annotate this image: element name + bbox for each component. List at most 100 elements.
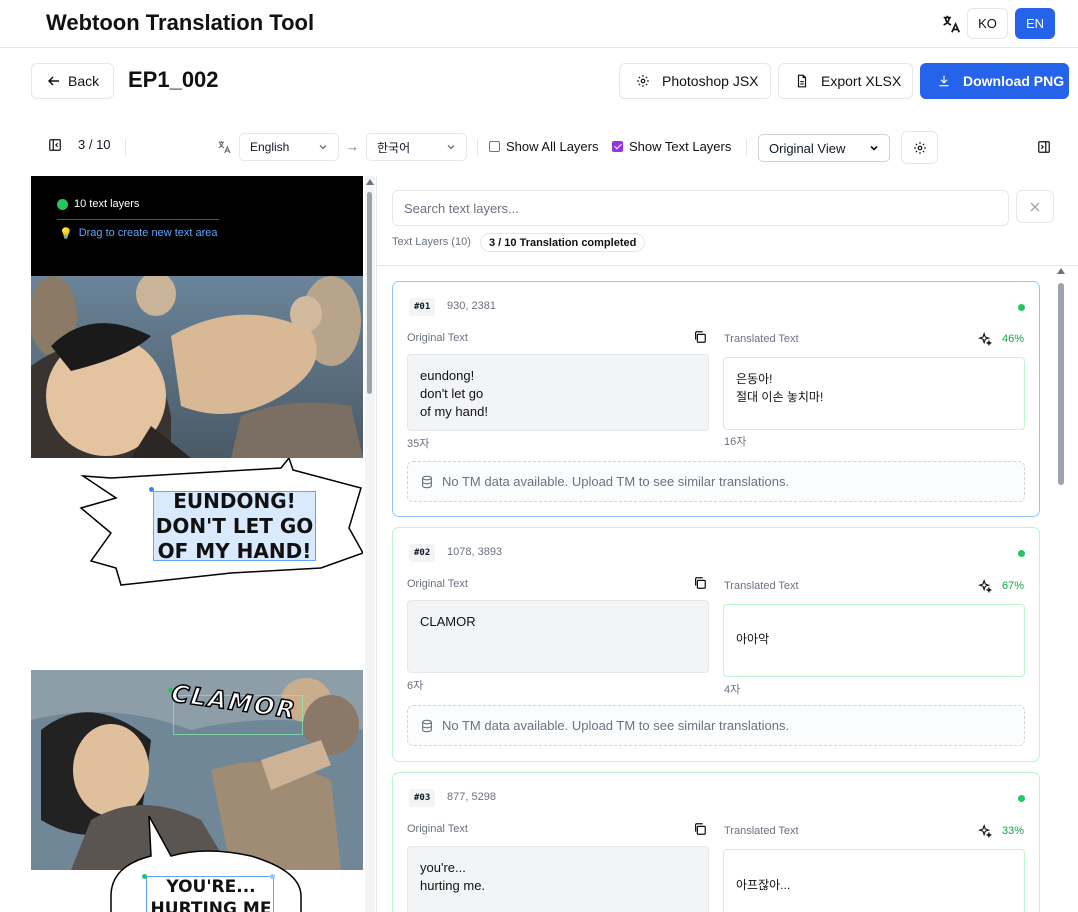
search-placeholder: Search text layers... [404, 200, 519, 216]
photoshop-jsx-button[interactable]: Photoshop JSX [619, 63, 771, 99]
status-dot-icon [57, 198, 68, 210]
database-icon [422, 475, 432, 488]
divider [477, 139, 478, 155]
translation-status-badge: 3 / 10 Translation completed [480, 233, 646, 252]
back-label: Back [68, 73, 100, 89]
scroll-up-icon[interactable] [366, 179, 374, 185]
translated-text-label: Translated Text [724, 333, 799, 345]
comic-panel-1 [31, 276, 363, 458]
translated-text-label: Translated Text [724, 580, 799, 592]
confidence: 33% [978, 824, 1024, 838]
layer-id-badge: #03 [409, 789, 436, 807]
sparkle-icon[interactable] [978, 579, 992, 593]
layer-coordinates: 1078, 3893 [447, 546, 503, 558]
close-icon [1030, 202, 1040, 211]
database-icon [422, 719, 432, 732]
original-text-box: you're... hurting me. [407, 846, 709, 912]
show-all-layers-toggle[interactable]: Show All Layers [489, 139, 599, 154]
show-all-layers-checkbox[interactable] [489, 141, 500, 152]
search-input[interactable]: Search text layers... [392, 190, 1009, 226]
scroll-up-icon[interactable] [1057, 268, 1065, 274]
show-all-layers-label: Show All Layers [506, 139, 599, 154]
bubble-2-text[interactable]: YOU'RE... HURTING ME [141, 876, 281, 912]
collapse-right-icon[interactable] [1037, 140, 1051, 154]
download-icon [939, 75, 949, 87]
lang-arrow: → [346, 139, 359, 154]
original-text-box: eundong! don't let go of my hand! [407, 354, 709, 431]
list-scroll-thumb[interactable] [1058, 283, 1064, 485]
translated-text-field[interactable]: 은동아! 절대 이손 놓치마! [723, 357, 1025, 430]
gear-icon [637, 75, 649, 87]
arrow-left-icon [48, 76, 59, 86]
tm-suggestions: No TM data available. Upload TM to see s… [407, 705, 1025, 746]
translated-text-field[interactable]: 아프잖아... [723, 849, 1025, 912]
copy-icon[interactable] [693, 330, 707, 344]
show-text-layers-checkbox[interactable] [612, 141, 623, 152]
clear-search-button[interactable] [1016, 190, 1054, 223]
chevron-down-icon [447, 145, 455, 150]
copy-icon[interactable] [693, 576, 707, 590]
confidence-value: 33% [1001, 825, 1024, 837]
lang-en-button[interactable]: EN [1015, 8, 1055, 39]
settings-button[interactable] [901, 131, 938, 164]
status-dot-icon [1018, 550, 1025, 557]
status-dot-icon [1018, 304, 1025, 311]
translated-char-count: 16자 [724, 436, 747, 448]
source-language-select[interactable]: English [239, 133, 339, 161]
original-text-label: Original Text [407, 578, 468, 590]
confidence-value: 67% [1001, 580, 1024, 592]
target-language-value: 한국어 [377, 140, 411, 155]
view-mode-select[interactable]: Original View [758, 134, 890, 162]
confidence-value: 46% [1001, 333, 1024, 345]
confidence: 46% [978, 332, 1024, 346]
source-language-value: English [250, 140, 290, 154]
export-xlsx-button[interactable]: Export XLSX [778, 63, 913, 99]
gear-icon [913, 141, 926, 154]
lang-ko-button[interactable]: KO [967, 8, 1008, 39]
copy-icon[interactable] [693, 822, 707, 836]
divider [57, 219, 219, 220]
back-button[interactable]: Back [31, 63, 114, 99]
text-layer-card[interactable]: #03 877, 5298 Original Text Translated T… [392, 772, 1040, 912]
target-language-select[interactable]: 한국어 [366, 133, 467, 161]
bubble-1-text[interactable]: EUNDONG! DON'T LET GO OF MY HAND! [153, 489, 316, 564]
download-label: Download PNG [963, 73, 1065, 89]
layer-id-badge: #02 [409, 544, 436, 562]
page-indicator: 3 / 10 [48, 137, 111, 152]
layer-coordinates: 930, 2381 [447, 300, 496, 312]
webtoon-canvas[interactable]: 10 text layers 💡 Drag to create new text… [31, 176, 363, 912]
text-layers-count: Text Layers (10) [392, 236, 471, 248]
canvas-scroll-thumb[interactable] [367, 192, 372, 394]
original-text-label: Original Text [407, 823, 468, 835]
status-dot-icon [1018, 795, 1025, 802]
translate-icon[interactable] [940, 13, 962, 35]
original-char-count: 6자 [407, 680, 424, 692]
canvas-hint: 💡 Drag to create new text area [59, 227, 218, 240]
text-layer-card[interactable]: #02 1078, 3893 Original Text Translated … [392, 527, 1040, 762]
show-text-layers-toggle[interactable]: Show Text Layers [612, 139, 731, 154]
translated-text-label: Translated Text [724, 825, 799, 837]
divider [746, 139, 747, 155]
text-layer-card[interactable]: #01 930, 2381 Original Text Translated T… [392, 281, 1040, 517]
chevron-down-icon [319, 145, 327, 150]
layers-info-text: 10 text layers [74, 198, 140, 210]
selection-handle[interactable] [149, 487, 154, 492]
divider [125, 139, 126, 155]
sparkle-icon[interactable] [978, 332, 992, 346]
view-mode-value: Original View [769, 140, 846, 156]
original-text-label: Original Text [407, 332, 468, 344]
tm-message: No TM data available. Upload TM to see s… [442, 718, 790, 733]
divider [377, 265, 1078, 266]
translate-icon [218, 141, 231, 154]
download-png-button[interactable]: Download PNG [920, 63, 1069, 99]
lightbulb-icon: 💡 [59, 228, 73, 240]
page-number: 3 / 10 [78, 137, 111, 152]
translated-text-field[interactable]: 아아악 [723, 604, 1025, 677]
canvas-info-bar: 10 text layers 💡 Drag to create new text… [31, 176, 363, 276]
layer-coordinates: 877, 5298 [447, 791, 496, 803]
collapse-left-icon[interactable] [48, 138, 62, 152]
show-text-layers-label: Show Text Layers [629, 139, 732, 154]
episode-title: EP1_002 [128, 67, 219, 92]
app-header: Webtoon Translation Tool KO EN [0, 0, 1078, 48]
sparkle-icon[interactable] [978, 824, 992, 838]
